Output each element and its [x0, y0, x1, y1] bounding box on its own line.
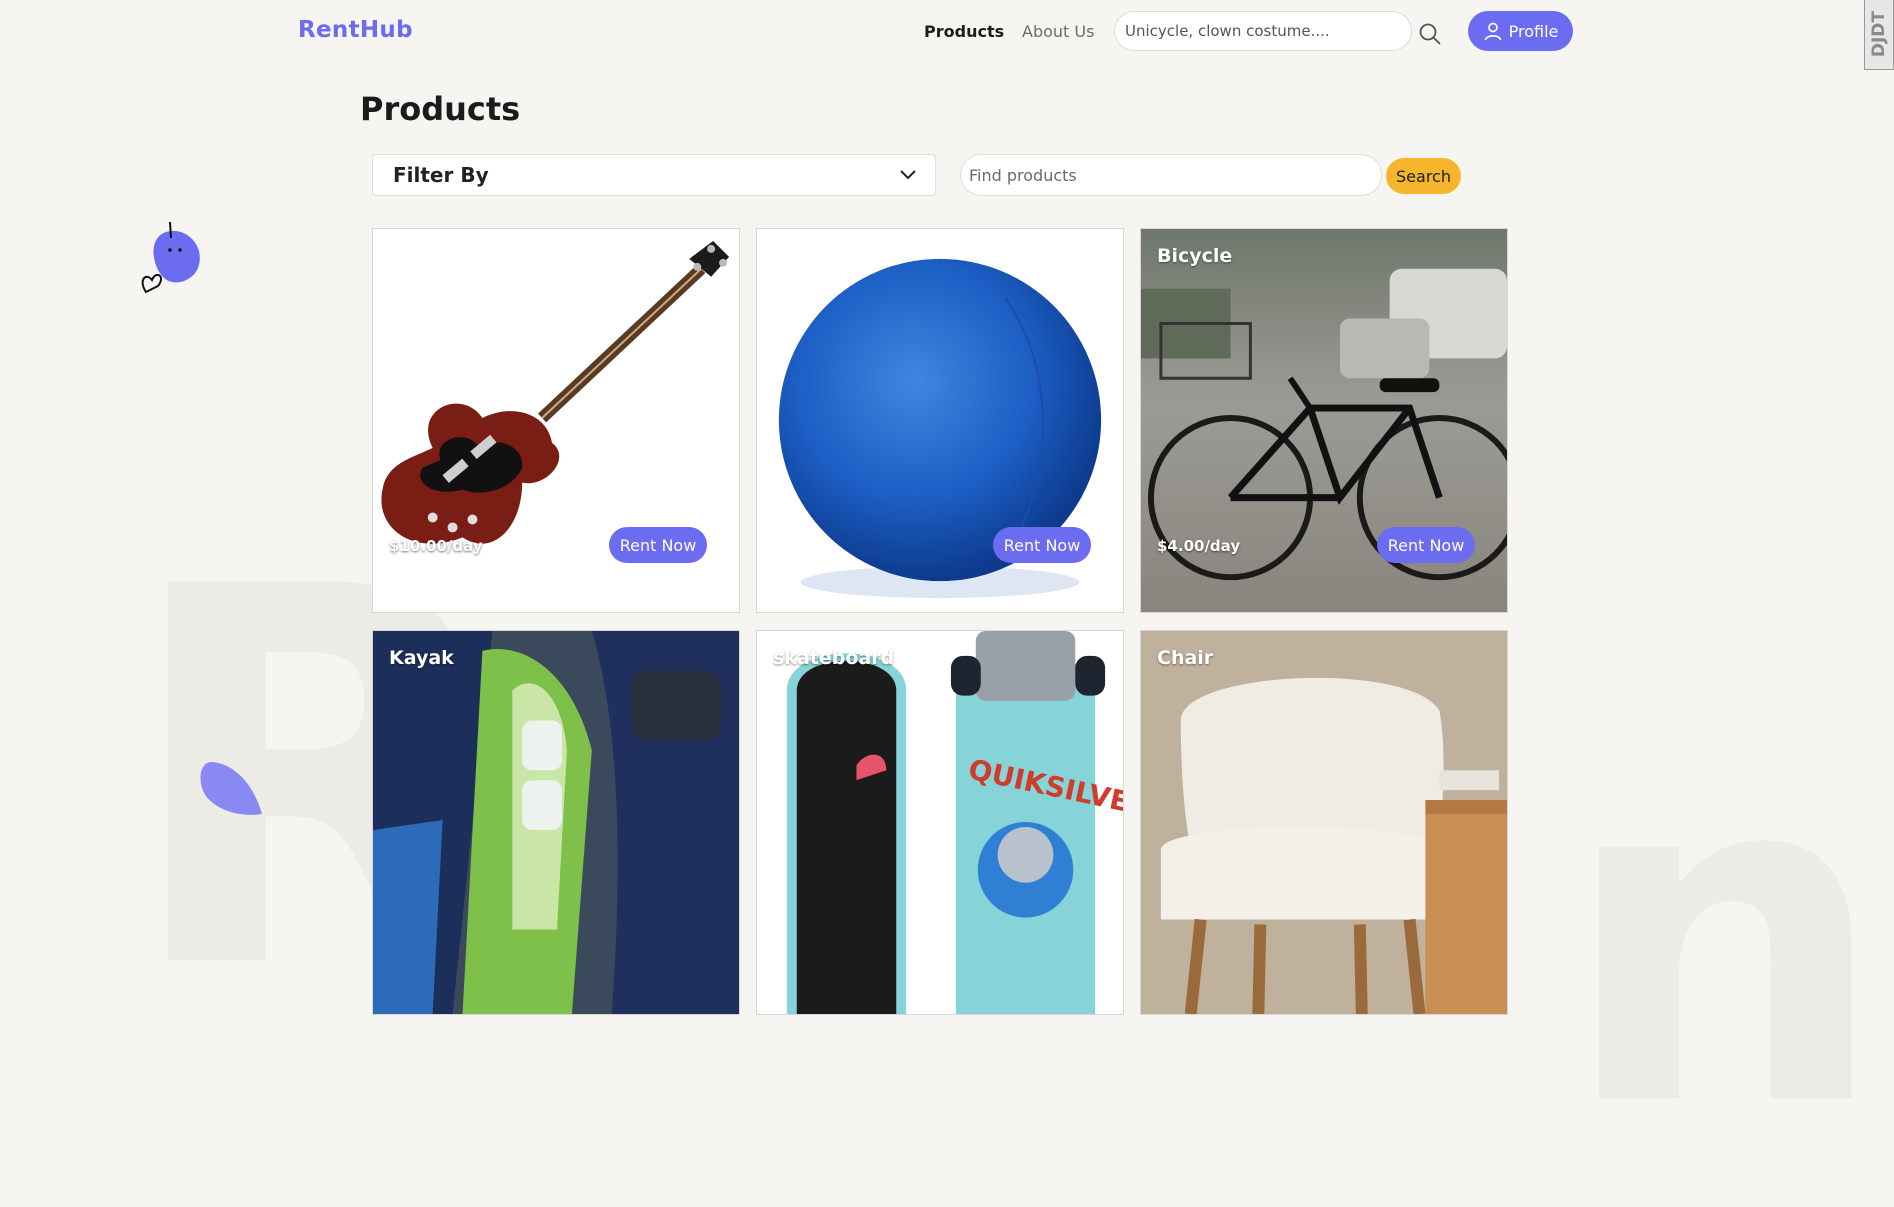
- product-name: skateboard: [773, 647, 895, 669]
- user-icon: [1484, 22, 1501, 41]
- chevron-down-icon: [900, 170, 916, 180]
- product-card[interactable]: Bicycle $4.00/day Rent Now: [1140, 228, 1508, 613]
- debug-toolbar-handle[interactable]: DJDT: [1864, 0, 1894, 70]
- debug-toolbar-label: DJDT: [1869, 11, 1889, 58]
- filter-by-label: Filter By: [393, 163, 489, 187]
- page-title: Products: [360, 90, 521, 128]
- nav-link-about-us[interactable]: About Us: [1022, 22, 1094, 41]
- rent-now-button[interactable]: Rent Now: [1377, 527, 1475, 563]
- product-price: $4.00/day: [1157, 537, 1241, 555]
- product-name: Bicycle: [1157, 245, 1233, 267]
- product-name: Chair: [1157, 647, 1214, 669]
- filter-by-dropdown[interactable]: Filter By: [372, 154, 936, 196]
- top-navbar: RentHub Products About Us Profile: [0, 0, 1894, 64]
- product-name: Kayak: [389, 647, 454, 669]
- rent-now-button[interactable]: Rent Now: [609, 527, 707, 563]
- skateboard-image: QUIKSILVER: [757, 631, 1123, 1014]
- product-card[interactable]: Rent Now: [756, 228, 1124, 613]
- product-price: $10.00/day: [389, 537, 483, 555]
- product-card[interactable]: $10.00/day Rent Now: [372, 228, 740, 613]
- renthub-logo[interactable]: RentHub: [298, 17, 413, 43]
- blob-leaf-icon: [200, 762, 262, 815]
- blob-mascot-icon: [141, 221, 200, 294]
- product-card[interactable]: Chair: [1140, 630, 1508, 1015]
- header-search-input[interactable]: [1114, 11, 1412, 51]
- product-card[interactable]: Kayak: [372, 630, 740, 1015]
- nav-link-products[interactable]: Products: [924, 22, 1004, 41]
- search-icon[interactable]: [1418, 22, 1442, 46]
- chair-image: [1141, 631, 1507, 1014]
- background-letter-right: n: [1560, 672, 1888, 1207]
- find-products-input[interactable]: [960, 154, 1382, 196]
- profile-button[interactable]: Profile: [1468, 11, 1573, 51]
- kayak-image: [373, 631, 739, 1014]
- product-card[interactable]: QUIKSILVER skateboard: [756, 630, 1124, 1015]
- search-button[interactable]: Search: [1386, 158, 1461, 194]
- rent-now-button[interactable]: Rent Now: [993, 527, 1091, 563]
- profile-label: Profile: [1508, 21, 1559, 41]
